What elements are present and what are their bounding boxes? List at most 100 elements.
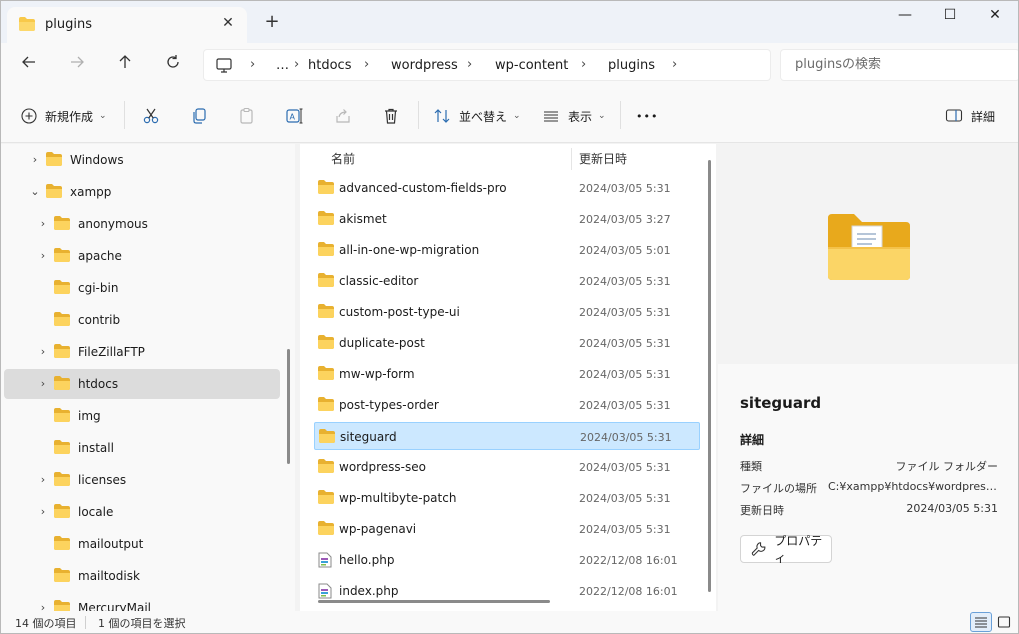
sidebar-item-filezillaftp[interactable]: › FileZillaFTP [4, 337, 280, 367]
forward-button[interactable] [65, 53, 89, 77]
breadcrumb-separator[interactable]: › [467, 57, 472, 72]
sidebar-item-contrib[interactable]: contrib [4, 305, 280, 335]
sidebar-item-label: MercuryMail [78, 601, 152, 611]
breadcrumb-plugins[interactable]: plugins [608, 58, 655, 73]
folder-icon [54, 344, 70, 361]
php-file-icon [318, 552, 332, 571]
breadcrumb-separator[interactable]: › [250, 57, 255, 72]
toolbar-divider [124, 101, 125, 129]
maximize-button[interactable]: ☐ [930, 7, 970, 29]
chevron-right-icon[interactable]: › [37, 217, 49, 230]
chevron-right-icon[interactable]: › [29, 153, 41, 166]
sidebar-item-label: img [78, 409, 101, 423]
sidebar-item-label: apache [78, 249, 122, 263]
close-icon[interactable]: ✕ [219, 15, 237, 31]
sidebar-item-htdocs[interactable]: › htdocs [4, 369, 280, 399]
up-button[interactable] [113, 53, 137, 77]
sidebar-item-apache[interactable]: › apache [4, 241, 280, 271]
more-options-button[interactable]: ••• [636, 105, 658, 127]
breadcrumb-separator[interactable]: › [581, 57, 586, 72]
sidebar-item-cgi-bin[interactable]: cgi-bin [4, 273, 280, 303]
rename-button[interactable]: A [286, 105, 304, 127]
wrench-icon [751, 542, 766, 556]
sidebar-item-label: cgi-bin [78, 281, 119, 295]
share-button[interactable] [334, 105, 352, 127]
close-window-button[interactable]: ✕ [975, 7, 1015, 29]
refresh-icon [167, 55, 179, 68]
file-row[interactable]: siteguard 2024/03/05 5:31 [314, 422, 700, 450]
file-row[interactable]: wp-pagenavi 2024/03/05 5:31 [314, 515, 700, 543]
chevron-right-icon[interactable]: › [37, 345, 49, 358]
chevron-right-icon[interactable]: › [37, 601, 49, 611]
sidebar-item-img[interactable]: img [4, 401, 280, 431]
breadcrumb-separator[interactable]: › [294, 57, 299, 72]
file-row[interactable]: wordpress-seo 2024/03/05 5:31 [314, 453, 700, 481]
file-row[interactable]: all-in-one-wp-migration 2024/03/05 5:01 [314, 236, 700, 264]
delete-button[interactable] [382, 105, 400, 127]
breadcrumb-htdocs[interactable]: htdocs [308, 58, 351, 73]
large-icons-view-button[interactable] [993, 612, 1015, 632]
column-header-modified[interactable]: 更新日時 [579, 150, 627, 167]
sidebar-item-mailtodisk[interactable]: mailtodisk [4, 561, 280, 591]
tab-plugins[interactable]: plugins ✕ [7, 7, 247, 43]
minimize-button[interactable]: — [885, 7, 925, 29]
cut-button[interactable] [142, 105, 160, 127]
column-divider[interactable] [571, 148, 572, 170]
breadcrumb-separator[interactable]: › [672, 57, 677, 72]
sidebar-item-install[interactable]: install [4, 433, 280, 463]
file-row[interactable]: advanced-custom-fields-pro 2024/03/05 5:3… [314, 174, 700, 202]
folder-icon [54, 280, 70, 297]
sort-icon [434, 109, 450, 123]
file-row[interactable]: duplicate-post 2024/03/05 5:31 [314, 329, 700, 357]
rename-icon: A [286, 108, 303, 124]
copy-icon [193, 108, 206, 124]
chevron-right-icon[interactable]: › [37, 473, 49, 486]
chevron-right-icon[interactable]: › [37, 505, 49, 518]
new-tab-button[interactable]: + [259, 11, 285, 32]
sidebar-item-licenses[interactable]: › licenses [4, 465, 280, 495]
breadcrumb-wp-content[interactable]: wp-content [495, 58, 568, 73]
sidebar-item-locale[interactable]: › locale [4, 497, 280, 527]
file-row[interactable]: hello.php 2022/12/08 16:01 [314, 546, 700, 574]
file-row[interactable]: akismet 2024/03/05 3:27 [314, 205, 700, 233]
column-header-name[interactable]: 名前 [331, 150, 355, 167]
sort-button[interactable]: 並べ替え ⌄ [433, 105, 521, 127]
sidebar-item-mercurymail[interactable]: › MercuryMail [4, 593, 280, 611]
nav-scrollbar[interactable] [287, 349, 290, 464]
file-row[interactable]: mw-wp-form 2024/03/05 5:31 [314, 360, 700, 388]
sidebar-item-mailoutput[interactable]: mailoutput [4, 529, 280, 559]
paste-button[interactable] [238, 105, 256, 127]
details-view-button[interactable] [970, 612, 992, 632]
folder-icon [318, 242, 334, 259]
search-box[interactable] [780, 49, 1018, 81]
back-button[interactable] [17, 53, 41, 77]
file-list-vertical-scrollbar[interactable] [708, 160, 711, 592]
sidebar-item-xampp[interactable]: ⌄ xampp [4, 177, 280, 207]
chevron-right-icon[interactable]: › [37, 249, 49, 262]
file-name: index.php [339, 584, 399, 598]
toolbar-divider [620, 101, 621, 129]
breadcrumb-overflow[interactable]: … [276, 58, 289, 73]
file-row[interactable]: classic-editor 2024/03/05 5:31 [314, 267, 700, 295]
status-bar: 14 個の項目 1 個の項目を選択 [1, 611, 1018, 633]
search-input[interactable] [795, 57, 995, 72]
chevron-down-icon[interactable]: ⌄ [29, 185, 41, 198]
file-row[interactable]: wp-multibyte-patch 2024/03/05 5:31 [314, 484, 700, 512]
chevron-right-icon[interactable]: › [37, 377, 49, 390]
details-pane-button[interactable]: 詳細 [945, 105, 995, 127]
breadcrumb-wordpress[interactable]: wordpress [391, 58, 458, 73]
file-row[interactable]: custom-post-type-ui 2024/03/05 5:31 [314, 298, 700, 326]
breadcrumb-separator[interactable]: › [364, 57, 369, 72]
sidebar-item-anonymous[interactable]: › anonymous [4, 209, 280, 239]
copy-button[interactable] [190, 105, 208, 127]
refresh-button[interactable] [161, 53, 185, 77]
address-bar[interactable]: › … › htdocs › wordpress › wp-content › … [203, 49, 771, 81]
new-button[interactable]: 新規作成 ⌄ [21, 105, 107, 127]
file-row[interactable]: post-types-order 2024/03/05 5:31 [314, 391, 700, 419]
properties-button[interactable]: プロパティ [740, 534, 832, 565]
view-button[interactable]: 表示 ⌄ [542, 105, 606, 127]
file-list-horizontal-scrollbar[interactable] [318, 600, 550, 603]
arrow-up-icon [119, 55, 131, 68]
sidebar-item-windows[interactable]: › Windows [4, 145, 280, 175]
sidebar-item-label: FileZillaFTP [78, 345, 145, 359]
